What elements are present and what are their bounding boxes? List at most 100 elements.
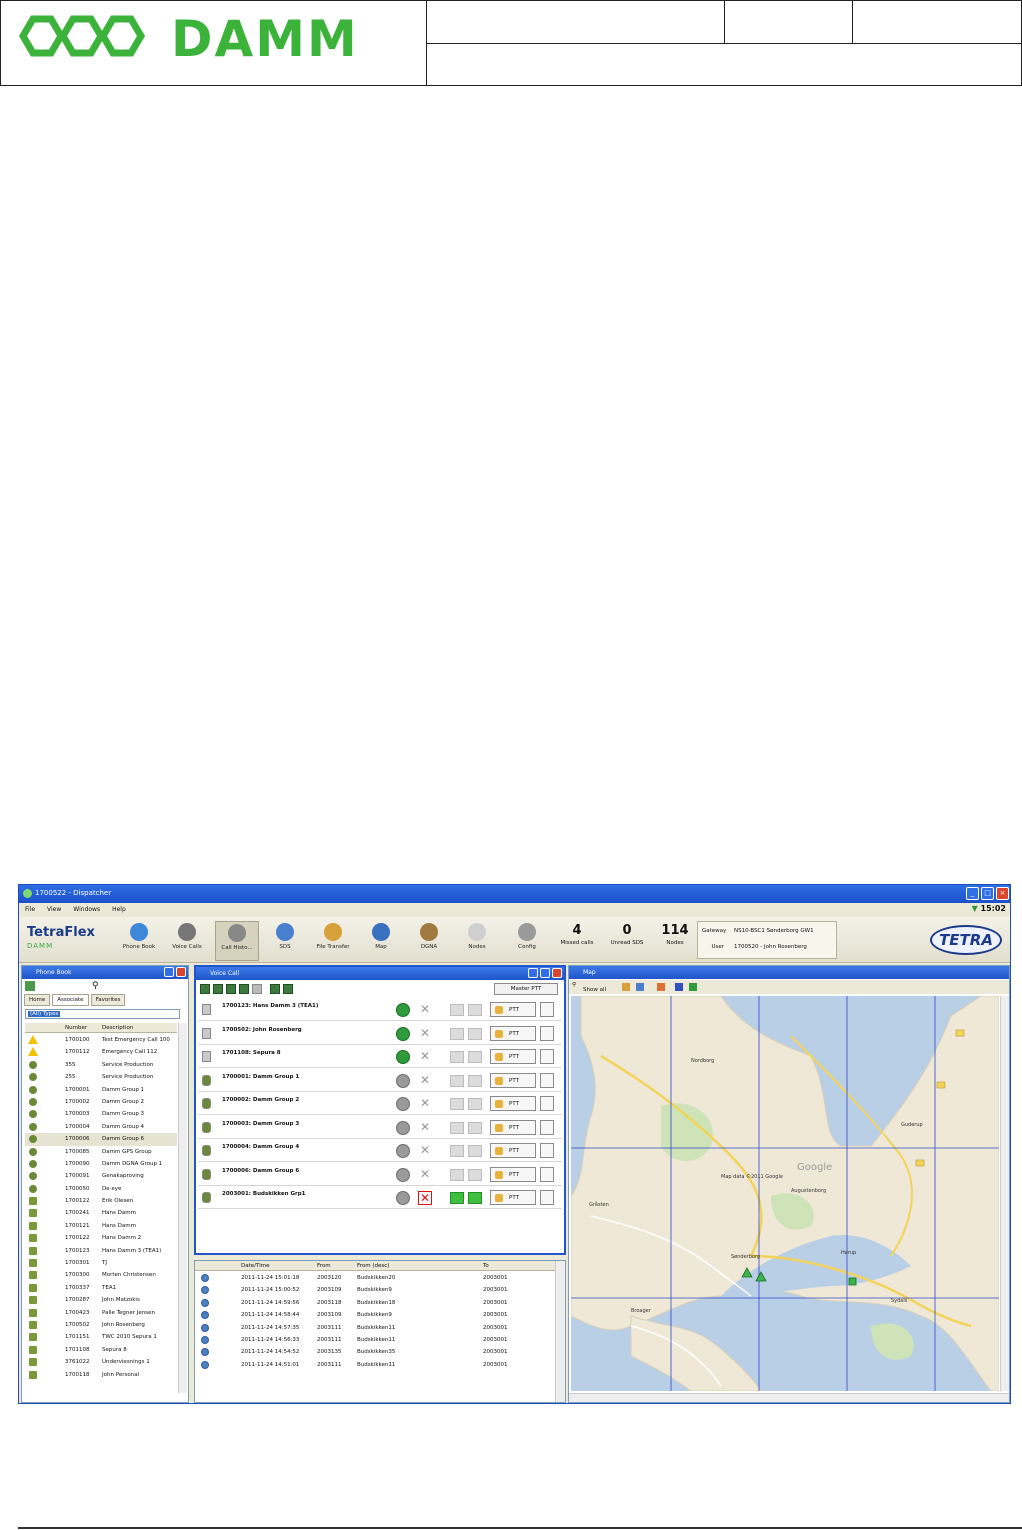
call-log-row[interactable]: 2011-11-24 14:54:52 2003135 Budskikken35 20… (195, 1346, 555, 1358)
missed-calls-counter[interactable]: 4 Missed calls (555, 923, 599, 946)
vc-maximize-button[interactable] (540, 968, 550, 978)
volume-up-icon[interactable] (468, 1168, 482, 1181)
toolbar-button-phone-book[interactable]: Phone Book (117, 921, 161, 961)
phone-book-titlebar[interactable]: Phone Book (22, 966, 188, 979)
tab-favorites[interactable]: Favorites (90, 994, 126, 1006)
toolbar-button-call-histo[interactable]: Call Histo... (215, 921, 259, 961)
phone-book-row[interactable]: 1700502 John Rosenberg (25, 1319, 177, 1331)
ptt-button[interactable]: PTT (490, 1143, 536, 1158)
phone-book-row[interactable]: 1701151 TWC 2010 Sepura 1 (25, 1331, 177, 1343)
col-description[interactable]: Description (102, 1025, 133, 1031)
phone-book-row[interactable]: 1700001 Damm Group 1 (25, 1084, 177, 1096)
ptt-button[interactable]: PTT (490, 1119, 536, 1135)
voice-call-row[interactable]: 2003001: Budskikken Grp1 ✕ PTT (198, 1187, 562, 1209)
volume-down-icon[interactable] (450, 1074, 464, 1087)
master-ptt-button[interactable]: Master PTT (494, 983, 558, 995)
phone-book-row[interactable]: 1700090 Damm DGNA Group 1 (25, 1158, 177, 1170)
phone-book-row[interactable]: 1700123 Hans Damm 3 (TEA1) (25, 1245, 177, 1257)
call-answer-icon[interactable] (396, 1050, 410, 1064)
phone-book-row[interactable]: 1700122 Erik Olesen (25, 1195, 177, 1207)
ptt-button[interactable]: PTT (490, 1072, 536, 1088)
maximize-button[interactable]: □ (981, 887, 994, 900)
toolbar-button-nodes[interactable]: Nodes (455, 921, 499, 961)
phone-book-row[interactable]: 255 Service Production (25, 1071, 177, 1083)
volume-up-icon[interactable] (468, 1004, 482, 1016)
tool-6-icon[interactable] (270, 984, 280, 994)
volume-down-icon[interactable] (450, 1051, 464, 1063)
hangup-icon[interactable]: ✕ (418, 1003, 432, 1017)
phone-book-row[interactable]: 1700423 Palle Tegner Jensen (25, 1307, 177, 1319)
phone-book-row[interactable]: 1700050 De eye (25, 1183, 177, 1195)
voice-call-row[interactable]: 1700002: Damm Group 2 ✕ PTT (198, 1093, 562, 1115)
phone-book-scrollbar[interactable] (178, 1023, 187, 1393)
extra-button[interactable] (540, 1002, 554, 1017)
call-answer-icon[interactable] (396, 1073, 410, 1088)
map-tree-icon[interactable] (688, 983, 697, 991)
menu-help[interactable]: Help (112, 906, 126, 914)
extra-button[interactable] (540, 1072, 554, 1088)
phone-book-row[interactable]: 1700112 Emergency Call 112 (25, 1046, 177, 1058)
phone-book-row[interactable]: 1700301 TJ (25, 1257, 177, 1269)
voice-call-titlebar[interactable]: Voice Call (196, 967, 564, 980)
toolbar-button-config[interactable]: Config (505, 921, 549, 961)
call-log-row[interactable]: 2011-11-24 15:00:52 2003109 Budskikken9 200… (195, 1284, 555, 1296)
phone-book-row[interactable]: 1700006 Damm Group 6 (25, 1133, 177, 1146)
call-answer-icon[interactable] (396, 1003, 410, 1017)
volume-down-icon[interactable] (450, 1145, 464, 1157)
type-filter-select[interactable]: (All) Types (25, 1009, 180, 1019)
voice-call-row[interactable]: 1700502: John Rosenberg ✕ PTT (198, 1023, 562, 1045)
phone-book-row[interactable]: 3761022 Underviesnings 1 (25, 1356, 177, 1368)
volume-down-icon[interactable] (450, 1098, 464, 1110)
phone-book-row[interactable]: 355 Service Production (25, 1059, 177, 1071)
vc-close-button[interactable] (552, 968, 562, 978)
show-all-button[interactable]: Show all (583, 987, 606, 993)
col-from-desc[interactable]: From (desc) (357, 1263, 389, 1269)
phone-book-row[interactable]: 1700091 Genakaproving (25, 1170, 177, 1182)
phone-book-row[interactable]: 1700002 Damm Group 2 (25, 1096, 177, 1108)
phone-book-row[interactable]: 1700118 John Personal (25, 1369, 177, 1381)
col-datetime[interactable]: Date/Time (241, 1263, 269, 1269)
extra-button[interactable] (540, 1166, 554, 1182)
phone-book-row[interactable]: 1700122 Hans Damm 2 (25, 1232, 177, 1244)
tool-1-icon[interactable] (200, 984, 210, 994)
voice-call-row[interactable]: 1700004: Damm Group 4 ✕ PTT (198, 1140, 562, 1162)
extra-button[interactable] (540, 1190, 554, 1205)
call-log-scrollbar[interactable] (555, 1261, 565, 1402)
binoculars-icon[interactable]: ⚲ (92, 981, 99, 991)
volume-down-icon[interactable] (450, 1121, 464, 1134)
filter-icon[interactable] (25, 981, 35, 991)
phone-book-row[interactable]: 1700085 Damm GPS Group (25, 1146, 177, 1158)
call-log-row[interactable]: 2011-11-24 15:01:18 2003120 Budskikken20 20… (195, 1272, 555, 1284)
toolbar-button-file-transfer[interactable]: File Transfer (311, 921, 355, 961)
ptt-button[interactable]: PTT (490, 1096, 536, 1111)
voice-call-row[interactable]: 1701108: Sepura 8 ✕ PTT (198, 1046, 562, 1068)
volume-up-icon[interactable] (468, 1145, 482, 1157)
ptt-button[interactable]: PTT (490, 1025, 536, 1041)
phone-book-row[interactable]: 1700121 Hans Damm (25, 1220, 177, 1232)
pin-button[interactable] (164, 967, 174, 977)
call-log-row[interactable]: 2011-11-24 14:59:56 2003118 Budskikken18 20… (195, 1297, 555, 1309)
map-grid-icon[interactable] (675, 983, 684, 991)
toolbar-button-map[interactable]: Map (359, 921, 403, 961)
ptt-button[interactable]: PTT (490, 1166, 536, 1182)
volume-up-icon[interactable] (468, 1074, 482, 1087)
call-answer-icon[interactable] (396, 1191, 410, 1205)
toolbar-button-sds[interactable]: SDS (263, 921, 307, 961)
volume-up-icon[interactable] (468, 1051, 482, 1063)
volume-down-icon[interactable] (450, 1192, 464, 1204)
call-answer-icon[interactable] (396, 1144, 410, 1158)
toolbar-button-voice-calls[interactable]: Voice Calls (165, 921, 209, 961)
extra-button[interactable] (540, 1025, 554, 1041)
volume-up-icon[interactable] (468, 1121, 482, 1134)
hangup-icon[interactable]: ✕ (418, 1097, 432, 1111)
close-button[interactable]: × (996, 887, 1009, 900)
phone-book-row[interactable]: 1700337 TEA1 (25, 1282, 177, 1294)
tool-4-icon[interactable] (239, 984, 249, 994)
voice-call-row[interactable]: 1700123: Hans Damm 3 (TEA1) ✕ PTT (198, 999, 562, 1021)
extra-button[interactable] (540, 1049, 554, 1064)
col-from[interactable]: From (317, 1263, 331, 1269)
map-marker-icon[interactable] (657, 983, 666, 991)
volume-up-icon[interactable] (468, 1027, 482, 1040)
call-answer-icon[interactable] (396, 1120, 410, 1135)
call-log-row[interactable]: 2011-11-24 14:57:35 2003111 Budskikken11 20… (195, 1322, 555, 1334)
